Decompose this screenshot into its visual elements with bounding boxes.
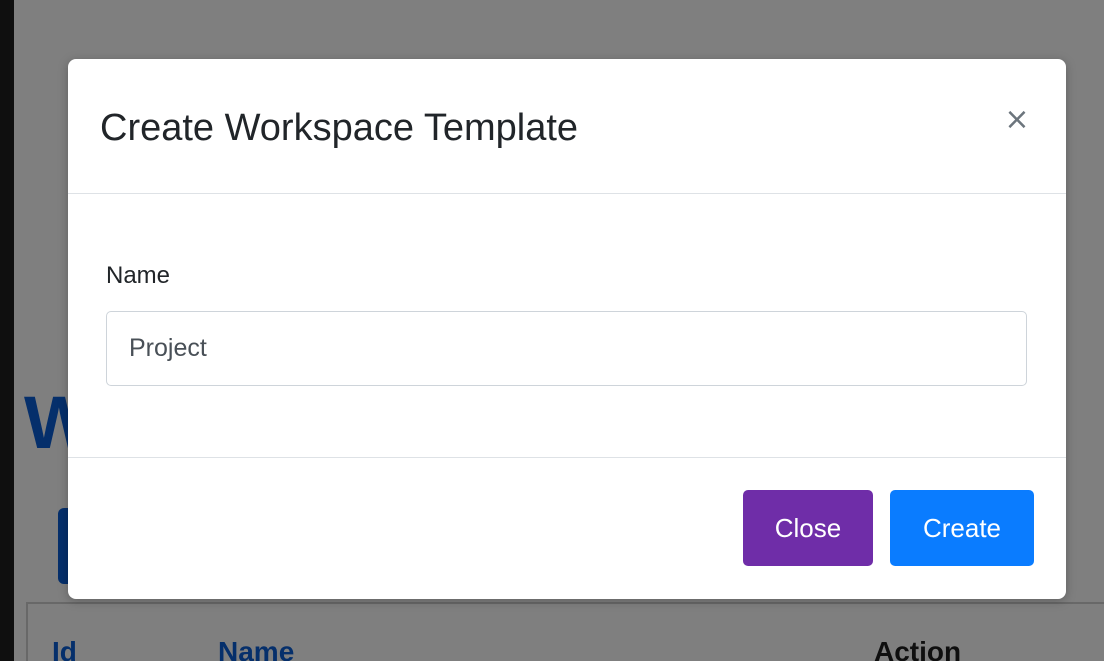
close-icon[interactable]: × bbox=[1002, 103, 1032, 137]
create-workspace-template-modal: Create Workspace Template × Name Close C… bbox=[68, 59, 1066, 599]
modal-body: Name bbox=[68, 194, 1066, 458]
modal-footer: Close Create bbox=[68, 458, 1066, 599]
name-label: Name bbox=[106, 262, 171, 289]
close-button[interactable]: Close bbox=[743, 490, 873, 566]
modal-title: Create Workspace Template bbox=[100, 107, 579, 149]
modal-header: Create Workspace Template × bbox=[68, 59, 1066, 194]
name-input[interactable] bbox=[106, 311, 1027, 386]
create-button[interactable]: Create bbox=[890, 490, 1034, 566]
